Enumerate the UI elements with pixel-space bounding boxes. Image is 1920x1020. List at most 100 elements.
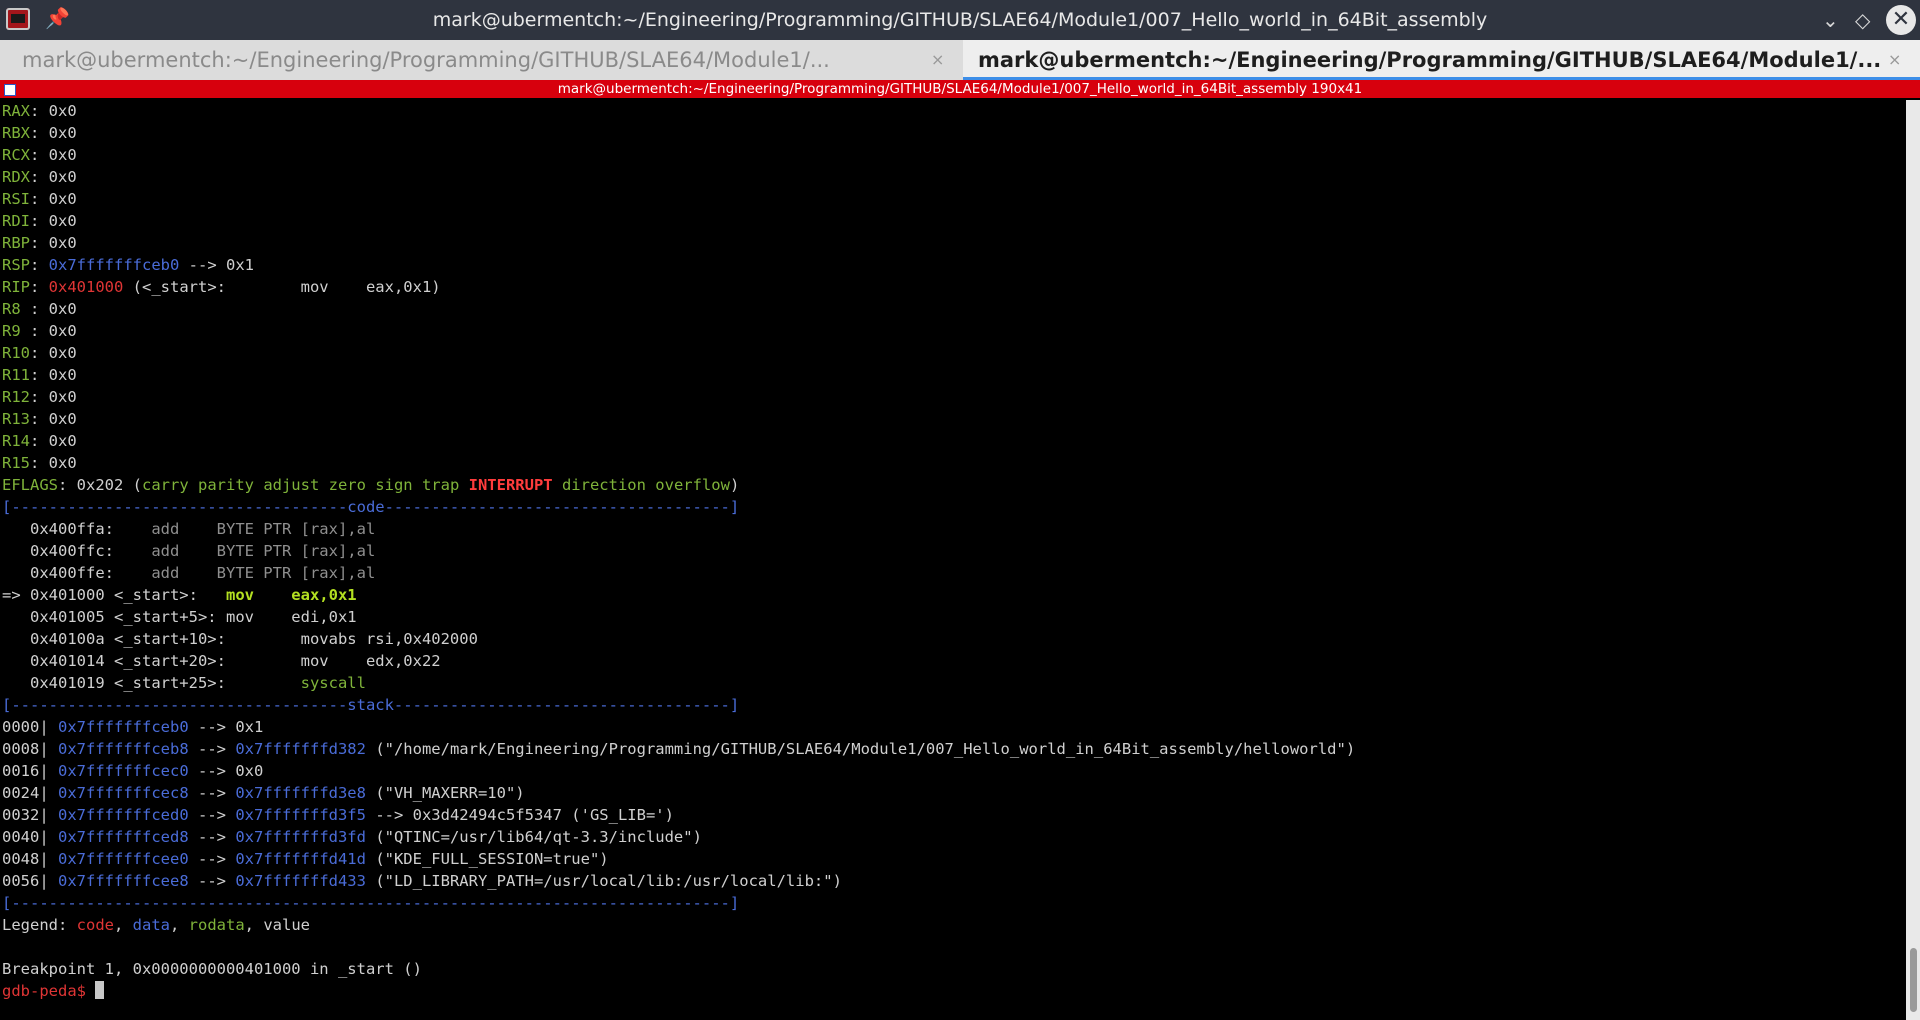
- stack-arrow: -->: [188, 850, 236, 868]
- register-line: R8 : 0x0: [2, 298, 1902, 320]
- legend-code: code: [76, 916, 114, 934]
- legend-separator: ,: [113, 916, 133, 934]
- close-tab-icon[interactable]: ×: [1888, 40, 1901, 80]
- register-value: 0x0: [48, 322, 77, 340]
- instruction-address: 0x400ffc:: [30, 542, 114, 560]
- register-line: R12: 0x0: [2, 386, 1902, 408]
- stack-offset: 0016|: [2, 762, 58, 780]
- instruction-text: mov eax,0x1: [225, 586, 357, 604]
- scrollbar-thumb[interactable]: [1910, 948, 1917, 1012]
- text-cursor: [95, 981, 105, 999]
- stack-separator: [------------------------------------sta…: [2, 696, 740, 714]
- current-instruction-marker: [2, 608, 30, 626]
- stack-line: 0000| 0x7fffffffceb0 --> 0x1: [2, 716, 1902, 738]
- stack-target-address: 0x7fffffffd3fd: [235, 828, 366, 846]
- instruction-text: add BYTE PTR [rax],al: [151, 542, 376, 560]
- tab-terminal-2[interactable]: mark@ubermentch:~/Engineering/Programmin…: [963, 40, 1920, 80]
- register-code-address: 0x401000: [48, 278, 124, 296]
- register-name: R11: [2, 366, 30, 384]
- disassembly-line: 0x401014 <_start+20>: mov edx,0x22: [2, 650, 1902, 672]
- terminal-output[interactable]: RAX: 0x0 RBX: 0x0 RCX: 0x0 RDX: 0x0 RSI: 0x0…: [2, 100, 1902, 1015]
- register-name: RIP: [2, 278, 30, 296]
- stack-offset: 0040|: [2, 828, 58, 846]
- register-deref: --> 0x1: [179, 256, 254, 274]
- stack-line: 0008| 0x7fffffffceb8 --> 0x7fffffffd382 …: [2, 738, 1902, 760]
- legend-separator: ,: [169, 916, 189, 934]
- legend-data: data: [132, 916, 170, 934]
- register-value: 0x0: [48, 366, 77, 384]
- instruction-gap: [114, 542, 151, 560]
- eflags-value: : 0x202 (: [58, 476, 142, 494]
- instruction-gap: [217, 608, 226, 626]
- current-instruction-marker: [2, 520, 30, 538]
- disassembly-line: 0x400ffa: add BYTE PTR [rax],al: [2, 518, 1902, 540]
- stack-value: 0x0: [235, 762, 264, 780]
- end-separator: [---------------------------------------…: [2, 894, 740, 912]
- register-line: R11: 0x0: [2, 364, 1902, 386]
- instruction-gap: [114, 520, 151, 538]
- register-separator: :: [30, 146, 49, 164]
- stack-offset: 0048|: [2, 850, 58, 868]
- stack-dump: 0000| 0x7fffffffceb0 --> 0x1 0008| 0x7fff…: [2, 716, 1902, 892]
- window-title: mark@ubermentch:~/Engineering/Programmin…: [432, 9, 1488, 31]
- register-line: R9 : 0x0: [2, 320, 1902, 342]
- prompt-line[interactable]: gdb-peda$: [2, 980, 1902, 1002]
- current-instruction-marker: =>: [2, 586, 30, 604]
- stack-value: ("/home/mark/Engineering/Programming/GIT…: [365, 740, 1356, 758]
- register-list: RAX: 0x0 RBX: 0x0 RCX: 0x0 RDX: 0x0 RSI: 0x0…: [2, 100, 1902, 474]
- disassembly-line: 0x400ffc: add BYTE PTR [rax],al: [2, 540, 1902, 562]
- legend-value: value: [263, 916, 310, 934]
- instruction-text: mov edi,0x1: [225, 608, 357, 626]
- stack-target-address: 0x7fffffffd382: [235, 740, 366, 758]
- breakpoint-message: Breakpoint 1, 0x0000000000401000 in _sta…: [2, 960, 422, 978]
- close-window-button[interactable]: ✕: [1886, 5, 1916, 35]
- disassembly: 0x400ffa: add BYTE PTR [rax],al 0x400ffc…: [2, 518, 1902, 694]
- instruction-gap: [226, 630, 301, 648]
- maximize-icon[interactable]: ◇: [1855, 8, 1870, 32]
- instruction-address: 0x400ffa:: [30, 520, 114, 538]
- minimize-icon[interactable]: ⌄: [1822, 8, 1839, 32]
- register-line: R14: 0x0: [2, 430, 1902, 452]
- close-tab-icon[interactable]: ×: [931, 40, 944, 80]
- instruction-text: movabs rsi,0x402000: [300, 630, 478, 648]
- register-line: RBX: 0x0: [2, 122, 1902, 144]
- register-separator: :: [30, 454, 49, 472]
- stack-arrow: -->: [188, 762, 236, 780]
- register-name: R15: [2, 454, 30, 472]
- stack-line: 0048| 0x7fffffffcee0 --> 0x7fffffffd41d …: [2, 848, 1902, 870]
- register-separator: :: [30, 102, 49, 120]
- register-value: 0x0: [48, 124, 77, 142]
- instruction-address: 0x401000 <_start>:: [30, 586, 198, 604]
- instruction-address: 0x401005 <_start+5>:: [30, 608, 217, 626]
- window-titlebar: 📌 mark@ubermentch:~/Engineering/Programm…: [0, 0, 1920, 40]
- register-name: R13: [2, 410, 30, 428]
- register-name: RDX: [2, 168, 30, 186]
- session-title: mark@ubermentch:~/Engineering/Programmin…: [557, 81, 1363, 97]
- current-instruction-marker: [2, 674, 30, 692]
- instruction-text: add BYTE PTR [rax],al: [151, 520, 376, 538]
- stack-value: 0x1: [235, 718, 264, 736]
- legend-label: Legend:: [2, 916, 77, 934]
- instruction-text: syscall: [300, 674, 366, 692]
- scrollbar[interactable]: [1906, 100, 1920, 1020]
- stack-arrow: -->: [188, 718, 236, 736]
- stack-line: 0040| 0x7fffffffced8 --> 0x7fffffffd3fd …: [2, 826, 1902, 848]
- stack-offset: 0008|: [2, 740, 58, 758]
- instruction-address: 0x401019 <_start+25>:: [30, 674, 226, 692]
- stack-offset: 0032|: [2, 806, 58, 824]
- current-instruction-marker: [2, 630, 30, 648]
- stack-address: 0x7fffffffced0: [58, 806, 189, 824]
- stack-value: ("LD_LIBRARY_PATH=/usr/local/lib:/usr/lo…: [365, 872, 842, 890]
- register-separator: :: [30, 212, 49, 230]
- register-value: 0x0: [48, 454, 77, 472]
- stack-arrow: -->: [188, 806, 236, 824]
- register-deref: (<_start>: mov eax,0x1): [123, 278, 441, 296]
- register-name: R12: [2, 388, 30, 406]
- register-separator: :: [30, 432, 49, 450]
- register-line: RAX: 0x0: [2, 100, 1902, 122]
- instruction-text: add BYTE PTR [rax],al: [151, 564, 376, 582]
- stack-line: 0016| 0x7fffffffcec0 --> 0x0: [2, 760, 1902, 782]
- tab-terminal-1[interactable]: mark@ubermentch:~/Engineering/Programmin…: [0, 40, 963, 80]
- register-value: 0x0: [48, 300, 77, 318]
